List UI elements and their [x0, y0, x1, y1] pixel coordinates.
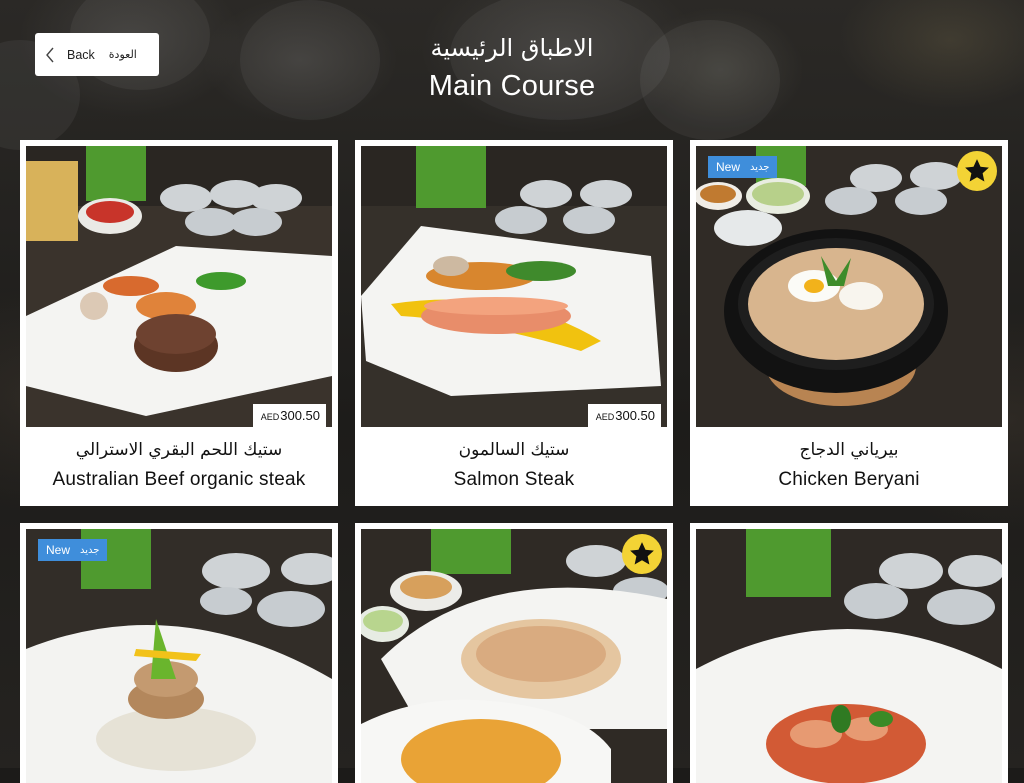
dish-name-arabic: ستيك اللحم البقري الاسترالي [75, 440, 283, 460]
dish-photo: New جديد [696, 146, 1002, 427]
star-icon [622, 534, 662, 574]
page-title-arabic: الاطباق الرئيسية [430, 34, 594, 62]
new-badge: New جديد [708, 156, 778, 178]
new-badge: New جديد [38, 539, 108, 561]
dish-photo: AED300.50 [26, 146, 332, 427]
price-tag: AED300.50 [252, 404, 326, 427]
page-title: Main Course [428, 70, 596, 102]
menu-item-card[interactable]: New جديد بيرياني الدجاج Chicken Beryani [690, 140, 1008, 506]
menu-item-card[interactable]: New جديد [20, 523, 338, 783]
dish-name-arabic: بيرياني الدجاج [799, 440, 899, 460]
dish-photo: AED300.50 [361, 146, 667, 427]
menu-item-card[interactable] [355, 523, 673, 783]
dish-photo [696, 529, 1002, 783]
menu-item-card[interactable]: AED300.50 ستيك اللحم البقري الاسترالي Au… [20, 140, 338, 506]
dish-name: Australian Beef organic steak [52, 469, 306, 490]
dish-photo [361, 529, 667, 783]
dish-name: Chicken Beryani [778, 469, 920, 490]
price-tag: AED300.50 [587, 404, 661, 427]
dish-name-arabic: ستيك السالمون [458, 440, 570, 460]
menu-item-card[interactable]: AED300.50 ستيك السالمون Salmon Steak [355, 140, 673, 506]
menu-item-card[interactable] [690, 523, 1008, 783]
dish-name: Salmon Steak [453, 469, 575, 490]
dish-photo: New جديد [26, 529, 332, 783]
star-icon [957, 151, 997, 191]
